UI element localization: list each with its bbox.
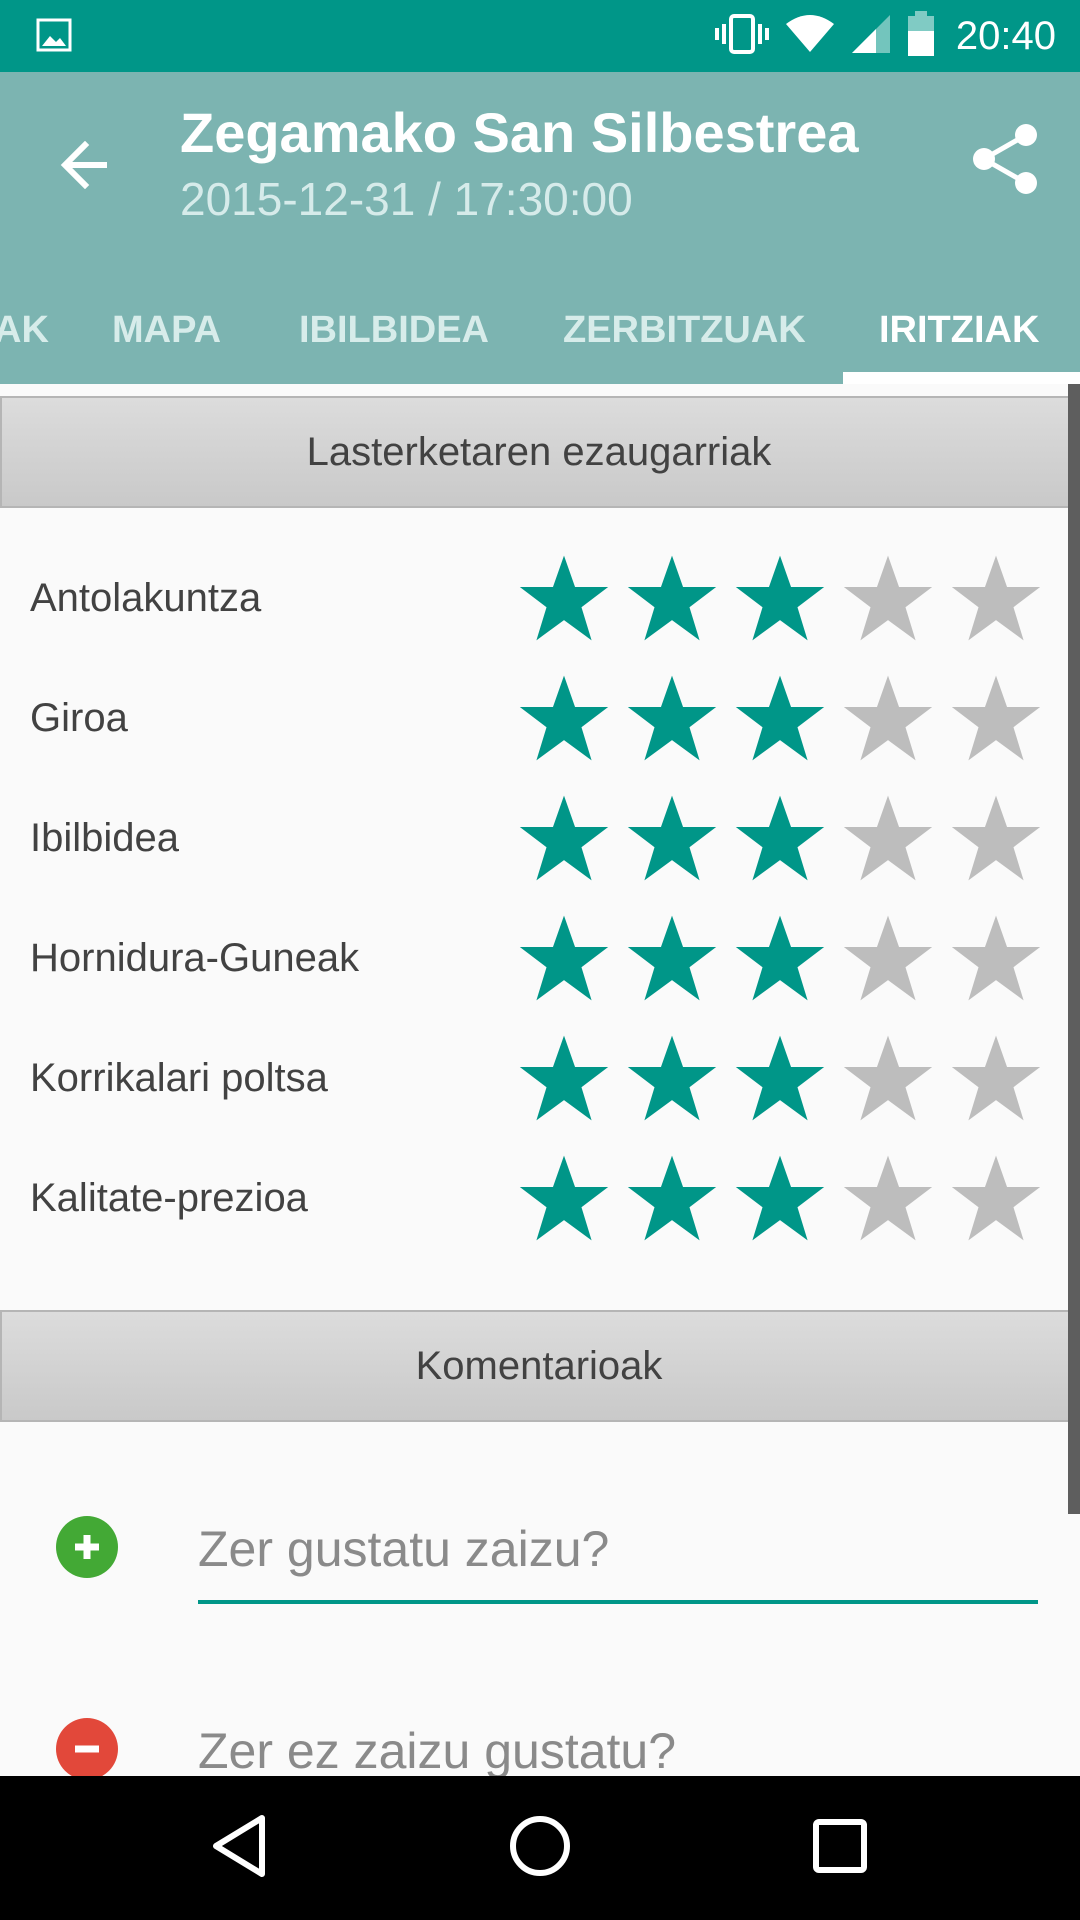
star-filled-icon[interactable] — [626, 912, 718, 1004]
negative-comment-row — [0, 1706, 1060, 1776]
battery-icon — [906, 10, 936, 62]
rating-label: Giroa — [30, 696, 128, 740]
star-empty-icon[interactable] — [842, 1152, 934, 1244]
rating-row: Hornidura-Guneak — [0, 898, 1060, 1018]
page-subtitle: 2015-12-31 / 17:30:00 — [180, 173, 633, 225]
star-filled-icon[interactable] — [518, 792, 610, 884]
star-filled-icon[interactable] — [626, 1152, 718, 1244]
star-empty-icon[interactable] — [950, 1032, 1042, 1124]
star-rating-bar[interactable] — [518, 912, 1042, 1004]
tab-zerbitzuak[interactable]: ZERBITZUAK — [563, 276, 806, 384]
star-filled-icon[interactable] — [518, 552, 610, 644]
tab-mapa[interactable]: MAPA — [112, 276, 221, 384]
positive-comment-input[interactable] — [198, 1504, 1038, 1604]
clock: 20:40 — [955, 13, 1056, 58]
tab-ibilbidea[interactable]: IBILBIDEA — [299, 276, 489, 384]
star-filled-icon[interactable] — [734, 552, 826, 644]
rating-label: Ibilbidea — [30, 816, 180, 860]
scrollbar[interactable] — [1068, 384, 1080, 1514]
nav-recents-button[interactable] — [790, 1798, 890, 1898]
star-empty-icon[interactable] — [842, 672, 934, 764]
star-filled-icon[interactable] — [734, 912, 826, 1004]
star-filled-icon[interactable] — [626, 792, 718, 884]
star-empty-icon[interactable] — [842, 552, 934, 644]
image-icon — [36, 18, 72, 57]
rating-row: Korrikalari poltsa — [0, 1018, 1060, 1138]
rating-row: Ibilbidea — [0, 778, 1060, 898]
rating-label: Kalitate-prezioa — [30, 1176, 308, 1220]
star-filled-icon[interactable] — [734, 792, 826, 884]
star-filled-icon[interactable] — [518, 1032, 610, 1124]
add-circle-icon — [56, 1516, 118, 1578]
star-empty-icon[interactable] — [950, 672, 1042, 764]
app-bar: Zegamako San Silbestrea 2015-12-31 / 17:… — [0, 72, 1080, 384]
wifi-icon — [784, 14, 836, 59]
star-empty-icon[interactable] — [842, 792, 934, 884]
rating-label: Antolakuntza — [30, 576, 262, 620]
status-bar: 20:40 — [0, 0, 1080, 72]
negative-comment-input[interactable] — [198, 1706, 1038, 1776]
star-rating-bar[interactable] — [518, 672, 1042, 764]
back-triangle-icon — [210, 1814, 270, 1883]
star-rating-bar[interactable] — [518, 552, 1042, 644]
tab-partial[interactable]: AK — [0, 276, 49, 384]
back-button[interactable] — [40, 122, 130, 212]
rating-row: Kalitate-prezioa — [0, 1138, 1060, 1258]
rating-row: Antolakuntza — [0, 538, 1060, 658]
tab-bar: AK MAPA IBILBIDEA ZERBITZUAK IRITZIAK — [0, 276, 1080, 384]
star-rating-bar[interactable] — [518, 1032, 1042, 1124]
remove-circle-icon — [56, 1718, 118, 1776]
page-title: Zegamako San Silbestrea — [180, 101, 859, 164]
star-filled-icon[interactable] — [518, 1152, 610, 1244]
positive-comment-row — [0, 1504, 1060, 1644]
star-filled-icon[interactable] — [626, 672, 718, 764]
star-empty-icon[interactable] — [950, 1152, 1042, 1244]
nav-back-button[interactable] — [190, 1798, 290, 1898]
star-empty-icon[interactable] — [842, 912, 934, 1004]
star-filled-icon[interactable] — [734, 1152, 826, 1244]
comments-section-header: Komentarioak — [0, 1310, 1078, 1422]
star-rating-bar[interactable] — [518, 1152, 1042, 1244]
arrow-back-icon — [59, 140, 111, 194]
share-icon — [970, 123, 1040, 200]
ratings-section-header: Lasterketaren ezaugarriak — [0, 396, 1078, 508]
star-filled-icon[interactable] — [518, 672, 610, 764]
star-rating-bar[interactable] — [518, 792, 1042, 884]
star-empty-icon[interactable] — [950, 792, 1042, 884]
nav-home-button[interactable] — [490, 1798, 590, 1898]
rating-row: Giroa — [0, 658, 1060, 778]
tab-indicator — [843, 372, 1080, 384]
star-filled-icon[interactable] — [518, 912, 610, 1004]
navigation-bar — [0, 1776, 1080, 1920]
star-filled-icon[interactable] — [626, 1032, 718, 1124]
rating-label: Korrikalari poltsa — [30, 1056, 328, 1100]
tab-iritziak[interactable]: IRITZIAK — [879, 276, 1039, 384]
content-area: Lasterketaren ezaugarriak Antolakuntza Gi… — [0, 384, 1080, 1776]
signal-icon — [850, 13, 892, 60]
share-button[interactable] — [960, 116, 1050, 206]
home-circle-icon — [508, 1814, 572, 1883]
star-empty-icon[interactable] — [950, 912, 1042, 1004]
star-filled-icon[interactable] — [734, 672, 826, 764]
star-filled-icon[interactable] — [734, 1032, 826, 1124]
star-empty-icon[interactable] — [842, 1032, 934, 1124]
star-filled-icon[interactable] — [626, 552, 718, 644]
rating-label: Hornidura-Guneak — [30, 936, 360, 980]
star-empty-icon[interactable] — [950, 552, 1042, 644]
recents-square-icon — [812, 1818, 868, 1879]
vibrate-icon — [714, 12, 770, 61]
